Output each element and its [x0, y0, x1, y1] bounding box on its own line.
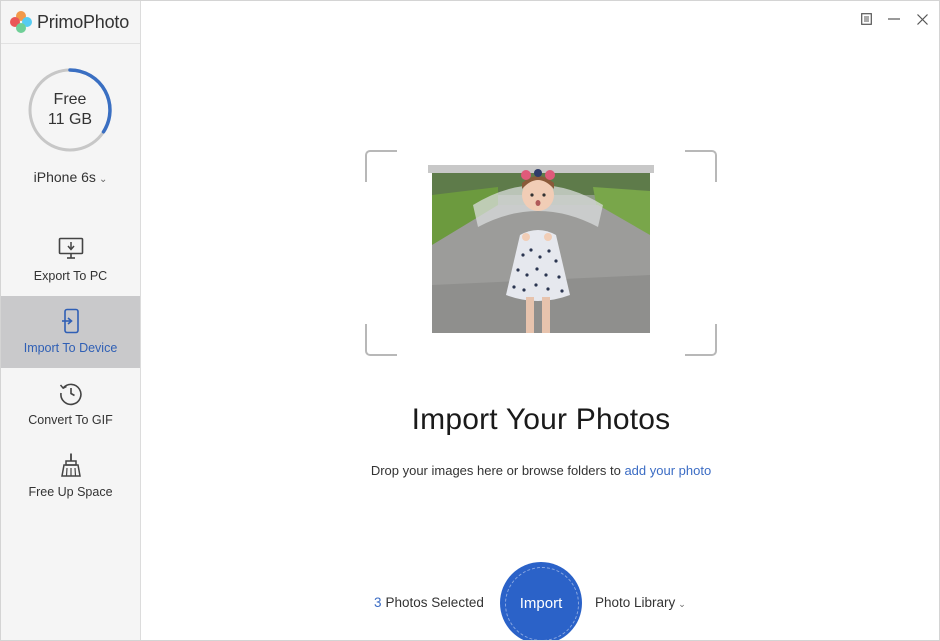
storage-label: Free [53, 91, 87, 108]
minimize-icon[interactable] [887, 11, 901, 27]
selection-summary: 3 Photos Selected [374, 595, 484, 610]
storage-value: 11 GB [47, 111, 93, 128]
page-title: Import Your Photos [411, 403, 671, 436]
sidebar-item-label: Export To PC [33, 269, 108, 283]
device-selector[interactable]: iPhone 6s ⌄ [1, 169, 140, 185]
sidebar-item-label: Convert To GIF [28, 413, 113, 427]
monitor-download-icon [58, 236, 84, 262]
close-icon[interactable] [915, 11, 929, 27]
drop-instructions: Drop your images here or browse folders … [141, 463, 939, 478]
selected-count: 3 [374, 595, 382, 610]
broom-icon [58, 452, 84, 478]
menu-icon[interactable] [859, 11, 873, 27]
sidebar-item-import-to-device[interactable]: Import To Device [1, 296, 140, 368]
sidebar-item-convert-to-gif[interactable]: Convert To GIF [1, 368, 140, 440]
add-photo-link[interactable]: add your photo [624, 463, 711, 478]
storage-gauge: Free 11 GB [27, 67, 113, 153]
history-clock-icon [58, 380, 84, 406]
library-label: Photo Library [595, 595, 676, 610]
sidebar-item-label: Import To Device [23, 341, 118, 355]
sidebar: PrimoPhoto Free 11 GB iPhone 6s ⌄ Export… [1, 1, 141, 640]
primophoto-logo-icon [10, 11, 32, 33]
photo-library-selector[interactable]: Photo Library ⌄ [595, 595, 686, 610]
device-name: iPhone 6s [33, 169, 96, 185]
app-name: PrimoPhoto [37, 11, 130, 32]
import-button-label: Import [519, 594, 563, 612]
chevron-down-icon: ⌄ [98, 174, 108, 185]
selected-label: Photos Selected [385, 595, 484, 610]
window-controls [859, 11, 929, 27]
sidebar-item-export-to-pc[interactable]: Export To PC [1, 224, 140, 296]
phone-import-icon [58, 308, 84, 334]
drop-instructions-text: Drop your images here or browse folders … [370, 463, 625, 478]
chevron-down-icon: ⌄ [678, 599, 686, 609]
sidebar-item-free-up-space[interactable]: Free Up Space [1, 440, 140, 512]
app-logo: PrimoPhoto [1, 1, 140, 44]
import-button[interactable]: Import [501, 563, 581, 640]
photo-preview [428, 165, 654, 333]
sidebar-item-label: Free Up Space [28, 485, 113, 499]
app-window: PrimoPhoto Free 11 GB iPhone 6s ⌄ Export… [0, 0, 940, 641]
